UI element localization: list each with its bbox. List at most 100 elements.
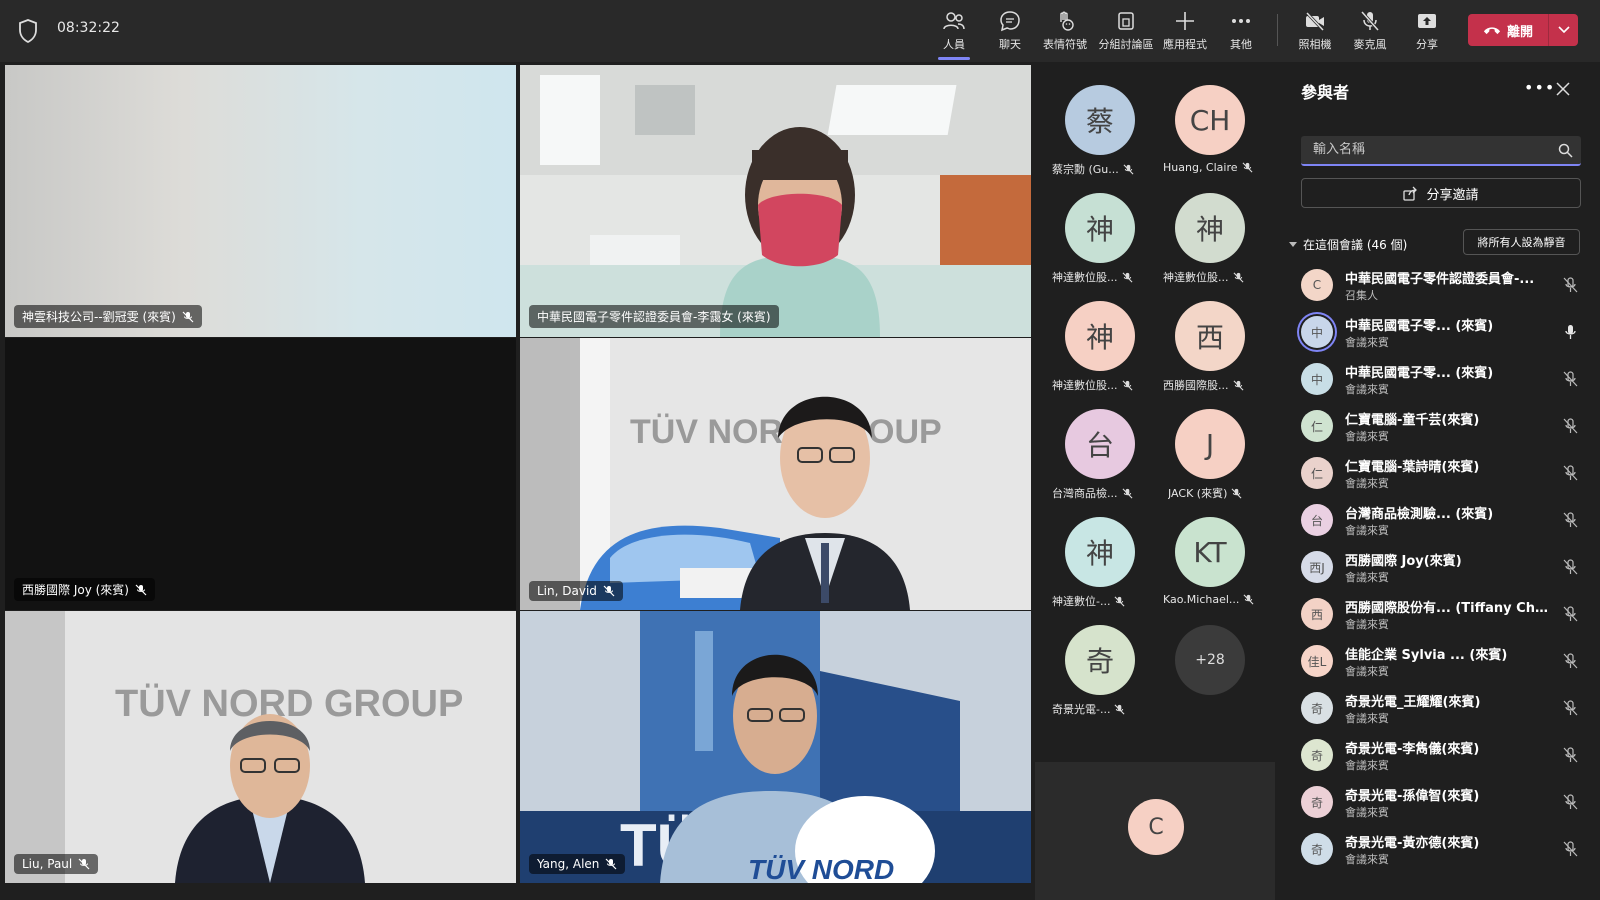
participant-row[interactable]: 仁 仁寶電腦-童千芸(來賓) 會議來賓: [1281, 403, 1600, 451]
avatar[interactable]: 神: [1065, 193, 1135, 263]
mic-off-icon: [1123, 164, 1134, 174]
participant-row[interactable]: 西J 西勝國際 Joy(來賓) 會議來賓: [1281, 544, 1600, 592]
participant-role: 會議來賓: [1345, 336, 1389, 349]
avatar[interactable]: 西: [1175, 301, 1245, 371]
participant-row[interactable]: 西 西勝國際股份有... (Tiffany Chen... 會議來賓: [1281, 591, 1600, 639]
leave-button[interactable]: 離開: [1468, 14, 1578, 46]
mic-button[interactable]: 麥克風: [1340, 10, 1400, 54]
video-tile[interactable]: 神雲科技公司--劉冠雯 (來賓): [5, 65, 516, 337]
avatar-initial: 西: [1195, 321, 1224, 354]
reactions-button[interactable]: 表情符號: [1035, 10, 1095, 54]
close-icon[interactable]: [1556, 82, 1570, 96]
people-button[interactable]: 人員: [924, 10, 984, 60]
shield-icon[interactable]: [18, 19, 38, 43]
share-invite-button[interactable]: 分享邀請: [1301, 178, 1581, 208]
leave-dropdown[interactable]: [1548, 14, 1578, 46]
participant-row[interactable]: C 中華民國電子零件認證委員會-... 召集人: [1281, 262, 1600, 310]
participant-name: 中華民國電子零... (來賓): [1345, 366, 1494, 381]
svg-text:TÜV NORD: TÜV NORD: [748, 854, 894, 883]
mute-all-button[interactable]: 將所有人設為靜音: [1463, 229, 1580, 255]
avatar: 中: [1301, 316, 1333, 348]
video-tile[interactable]: 西勝國際 Joy (來賓): [5, 338, 516, 610]
share-button[interactable]: 分享: [1397, 10, 1457, 54]
participant-name-pill: 神雲科技公司--劉冠雯 (來賓): [14, 305, 202, 328]
participant-row[interactable]: 奇 奇景光電-黃亦德(來賓) 會議來賓: [1281, 826, 1600, 874]
avatar[interactable]: 神: [1175, 193, 1245, 263]
mic-off-icon[interactable]: [1563, 653, 1578, 669]
participant-name: 仁寶電腦-童千芸(來賓): [1345, 413, 1480, 428]
mic-off-icon[interactable]: [1563, 371, 1578, 387]
panel-more-options-icon[interactable]: •••: [1524, 78, 1555, 97]
mic-off-icon[interactable]: [1563, 794, 1578, 810]
apps-button[interactable]: 應用程式: [1155, 10, 1215, 54]
mic-off-icon[interactable]: [1563, 841, 1578, 857]
in-meeting-section-toggle[interactable]: 在這個會議 (46 個): [1289, 236, 1407, 253]
participant-row[interactable]: 仁 仁寶電腦-葉詩晴(來賓) 會議來賓: [1281, 450, 1600, 498]
search-icon[interactable]: [1558, 143, 1573, 158]
participant-name: Liu, Paul: [22, 857, 73, 871]
building-background-feed: TÜ TÜV NORD: [520, 611, 1031, 883]
panel-title: 參與者: [1301, 83, 1350, 102]
leave-main[interactable]: 離開: [1468, 14, 1548, 46]
mic-off-icon[interactable]: [1563, 747, 1578, 763]
video-tile-active-speaker[interactable]: 中華民國電子零件認證委員會-李靄女 (來賓): [520, 65, 1031, 337]
participant-row[interactable]: 奇 奇景光電-孫偉智(來賓) 會議來賓: [1281, 779, 1600, 827]
participant-role: 會議來賓: [1345, 712, 1389, 725]
participant-row[interactable]: 佳L 佳能企業 Sylvia ... (來賓) 會議來賓: [1281, 638, 1600, 686]
participant-row[interactable]: 中 中華民國電子零... (來賓) 會議來賓: [1281, 356, 1600, 404]
mic-off-icon: [1360, 11, 1380, 31]
avatar-initial: 奇: [1310, 795, 1323, 810]
participant-row[interactable]: 台 台灣商品檢測驗... (來賓) 會議來賓: [1281, 497, 1600, 545]
camera-button[interactable]: 照相機: [1285, 10, 1345, 54]
avatar[interactable]: CH: [1175, 85, 1245, 155]
mic-off-icon[interactable]: [1563, 606, 1578, 622]
mic-off-icon[interactable]: [1563, 559, 1578, 575]
avatar[interactable]: 奇: [1065, 625, 1135, 695]
mic-off-icon[interactable]: [1563, 512, 1578, 528]
attendee-name-text: 奇景光電-...: [1052, 703, 1111, 716]
participant-name-pill: Liu, Paul: [14, 854, 99, 874]
video-tile[interactable]: TÜV NORD GROUP Lin, David: [520, 338, 1031, 610]
attendee-name-text: JACK (來賓): [1168, 487, 1228, 500]
mic-off-icon: [78, 858, 90, 870]
branded-background-feed: TÜV NORD GROUP: [5, 611, 516, 883]
camera-off-icon: [1305, 11, 1325, 32]
self-avatar: C: [1128, 799, 1184, 855]
avatar[interactable]: 台: [1065, 409, 1135, 479]
attendee-name: 奇景光電-...: [1052, 701, 1162, 717]
mic-off-icon[interactable]: [1563, 277, 1578, 293]
participant-row[interactable]: 奇 奇景光電-李雋儀(來賓) 會議來賓: [1281, 732, 1600, 780]
avatar[interactable]: KT: [1175, 517, 1245, 587]
attendee-name: JACK (來賓): [1168, 485, 1278, 501]
more-button[interactable]: 其他: [1211, 10, 1271, 54]
mic-off-icon[interactable]: [1563, 465, 1578, 481]
avatar-initial: 奇: [1310, 748, 1323, 763]
avatar: 仁: [1301, 457, 1333, 489]
avatar[interactable]: J: [1175, 409, 1245, 479]
search-input[interactable]: [1313, 142, 1543, 157]
participant-name: 西勝國際股份有... (Tiffany Chen...: [1345, 601, 1555, 616]
avatar-initial: 神: [1085, 537, 1114, 570]
participant-row[interactable]: 中 中華民國電子零... (來賓) 會議來賓: [1281, 309, 1600, 357]
video-tile[interactable]: TÜ TÜV NORD Yang, Alen: [520, 611, 1031, 883]
attendee-name-text: 神達數位股...: [1052, 271, 1118, 284]
video-tile[interactable]: TÜV NORD GROUP Liu, Paul: [5, 611, 516, 883]
participant-name: 神雲科技公司--劉冠雯 (來賓): [22, 310, 176, 324]
mic-off-icon[interactable]: [1563, 700, 1578, 716]
avatar-initial: 神: [1085, 213, 1114, 246]
participant-role: 會議來賓: [1345, 477, 1389, 490]
participant-row[interactable]: 奇 奇景光電_王耀耀(來賓) 會議來賓: [1281, 685, 1600, 733]
self-view[interactable]: C: [1035, 762, 1275, 900]
section-title: 在這個會議 (46 個): [1303, 238, 1408, 252]
more-attendees-button[interactable]: +28: [1175, 625, 1245, 695]
avatar[interactable]: 神: [1065, 517, 1135, 587]
chat-label: 聊天: [999, 38, 1021, 51]
participant-role: 會議來賓: [1345, 383, 1389, 396]
mic-off-icon: [1243, 594, 1254, 605]
breakout-rooms-button[interactable]: 分組討論區: [1096, 10, 1156, 54]
avatar[interactable]: 蔡: [1065, 85, 1135, 155]
avatar-initial: 中: [1310, 372, 1323, 387]
chat-button[interactable]: 聊天: [980, 10, 1040, 54]
avatar[interactable]: 神: [1065, 301, 1135, 371]
mic-off-icon[interactable]: [1563, 418, 1578, 434]
